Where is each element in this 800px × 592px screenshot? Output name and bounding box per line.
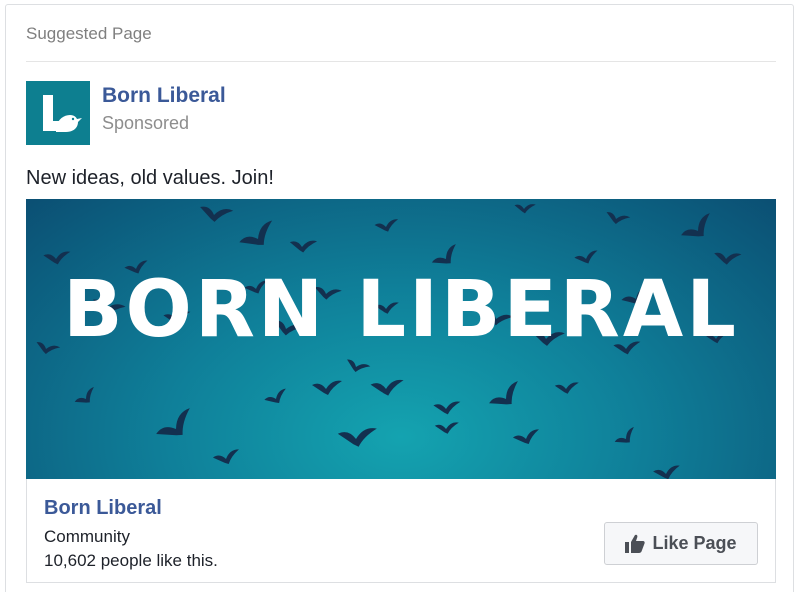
bird-silhouette (606, 212, 631, 225)
page-avatar[interactable] (26, 81, 90, 145)
bird-silhouette (614, 427, 634, 443)
bird-silhouette (337, 428, 377, 447)
bird-silhouette (200, 206, 234, 222)
bird-silhouette (653, 465, 680, 479)
page-category: Community (44, 527, 130, 546)
footer-page-name-link[interactable]: Born Liberal (44, 497, 162, 520)
bird-silhouette (239, 220, 273, 245)
bird-silhouette (433, 401, 461, 415)
bird-silhouette (43, 251, 71, 265)
bird-silhouette (289, 240, 318, 253)
bird-silhouette (681, 213, 710, 237)
bird-silhouette (347, 359, 371, 373)
like-page-button[interactable]: Like Page (604, 522, 758, 565)
bird-silhouette (156, 408, 190, 436)
page-like-count: 10,602 people like this. (44, 551, 218, 570)
bird-silhouette (554, 382, 579, 394)
bird-silhouette (212, 449, 239, 465)
card-header: Suggested Page (26, 24, 152, 43)
bird-silhouette (74, 387, 94, 403)
divider (26, 61, 776, 62)
suggested-page-card: Suggested Page Born Liberal Sponsored Ne… (5, 4, 794, 592)
bird-silhouette (512, 429, 539, 445)
bird-silhouette (489, 381, 518, 405)
banner-title: BORN LIBERAL (63, 265, 739, 355)
bird-silhouette (574, 250, 598, 264)
thumbs-up-icon (625, 534, 646, 553)
bird-silhouette (370, 379, 404, 396)
post-text: New ideas, old values. Join! (26, 167, 274, 189)
bird-silhouette (312, 380, 342, 395)
born-liberal-logo-icon (26, 81, 90, 145)
bird-silhouette (434, 422, 459, 434)
like-page-label: Like Page (652, 533, 737, 553)
sponsored-label: Sponsored (102, 113, 190, 133)
ad-banner-image[interactable]: BORN LIBERAL (26, 199, 776, 479)
bird-silhouette (514, 204, 536, 214)
bird-silhouette (374, 219, 399, 232)
page-info-footer: Born Liberal Community 10,602 people lik… (26, 479, 776, 583)
page-name-link[interactable]: Born Liberal (102, 84, 226, 108)
bird-silhouette (264, 388, 286, 403)
